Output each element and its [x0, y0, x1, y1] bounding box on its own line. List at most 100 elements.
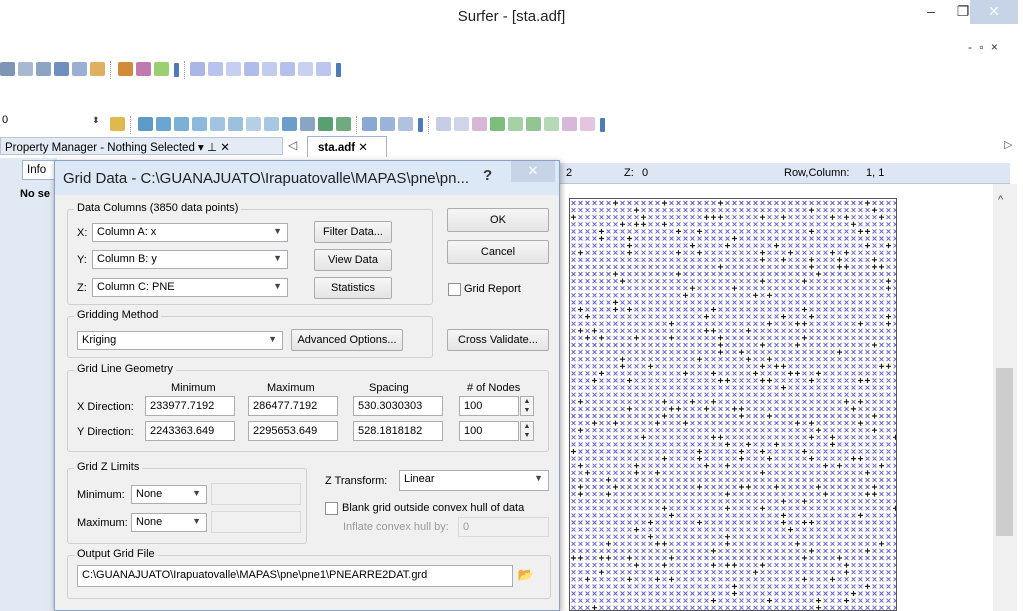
y-nodes-stepper[interactable]: ▲ ▼	[520, 421, 534, 441]
z-column-select[interactable]: Column C: PNE ▼	[92, 278, 288, 297]
rounded-rectangle-icon[interactable]	[280, 62, 295, 76]
zoom-fit-icon[interactable]	[54, 62, 69, 76]
x-nodes-stepper[interactable]: ▲ ▼	[520, 396, 534, 416]
new-base-map-icon[interactable]	[156, 117, 171, 131]
x-min-field[interactable]: 233977.7192	[145, 396, 235, 416]
pan-hand-icon[interactable]	[90, 62, 105, 76]
x-nodes-field[interactable]: 100	[459, 396, 519, 416]
z-minimum-select[interactable]: None ▼	[131, 485, 207, 504]
tab-sta-adf[interactable]: sta.adf ✕	[307, 136, 387, 157]
zoom-rect-icon[interactable]	[36, 62, 51, 76]
scissors-icon[interactable]	[472, 117, 487, 131]
symbol-icon[interactable]	[244, 62, 259, 76]
overlay-maps-icon[interactable]	[398, 117, 413, 131]
delete-points-icon[interactable]	[562, 117, 577, 131]
y-min-field[interactable]: 2243363.649	[145, 421, 235, 441]
grid-report-checkbox[interactable]	[448, 283, 461, 296]
new-vector-map-icon[interactable]	[228, 117, 243, 131]
tab-scroll-left-icon[interactable]: ◁	[288, 138, 297, 152]
clear-icon[interactable]	[580, 117, 595, 131]
status-coordinate-fragment: 2	[566, 167, 573, 179]
scroll-up-icon[interactable]: ^	[998, 194, 1003, 206]
new-wireframe-icon[interactable]	[264, 117, 279, 131]
toolbar-grip-icon[interactable]	[336, 63, 341, 77]
new-contour-map-icon[interactable]	[138, 117, 153, 131]
y-column-select[interactable]: Column B: y ▼	[92, 250, 288, 269]
grid-math-icon[interactable]	[526, 117, 541, 131]
help-button[interactable]: ?	[483, 167, 492, 184]
blank-hull-checkbox[interactable]	[325, 502, 338, 515]
chevron-down-icon: ▼	[273, 281, 282, 291]
home-icon[interactable]	[110, 117, 125, 131]
line-tool-icon[interactable]	[436, 117, 451, 131]
status-rowcol-label: Row,Column:	[784, 167, 850, 179]
ellipse-icon[interactable]	[298, 62, 313, 76]
y-nodes-field[interactable]: 100	[459, 421, 519, 441]
z-transform-select[interactable]: Linear ▼	[399, 470, 549, 491]
y-column-value: Column B: y	[97, 253, 157, 265]
digitize-icon[interactable]	[118, 62, 133, 76]
mdi-window-controls[interactable]: - ▫ ×	[968, 40, 1000, 54]
new-post-map-icon[interactable]	[174, 117, 189, 131]
no-selection-text: No se	[20, 188, 50, 200]
gridding-method-select[interactable]: Kriging ▼	[77, 331, 283, 350]
dialog-close-button[interactable]: ✕	[511, 161, 555, 182]
zoom-page-icon[interactable]	[72, 62, 87, 76]
new-surface-icon[interactable]	[246, 117, 261, 131]
grid-node-pattern[interactable]	[569, 198, 897, 611]
x-column-select[interactable]: Column A: x ▼	[92, 223, 288, 242]
tab-scroll-right-icon[interactable]: ▷	[1004, 138, 1012, 151]
grid-node-editor-icon[interactable]	[490, 117, 505, 131]
zoom-in-icon[interactable]	[18, 62, 33, 76]
advanced-options-button[interactable]: Advanced Options...	[291, 329, 403, 351]
grid-filter-icon[interactable]	[508, 117, 523, 131]
cancel-button[interactable]: Cancel	[447, 240, 549, 264]
reshape-icon[interactable]	[136, 62, 151, 76]
new-grid-icon[interactable]	[282, 117, 297, 131]
add-axis-icon[interactable]	[362, 117, 377, 131]
gridding-method-label: Gridding Method	[74, 309, 162, 321]
close-button[interactable]: ✕	[970, 0, 1018, 24]
new-3d-surface-icon[interactable]	[318, 117, 333, 131]
spline-icon[interactable]	[316, 62, 331, 76]
property-manager-header[interactable]: Property Manager - Nothing Selected ▾ ⊥ …	[0, 137, 283, 155]
text-icon[interactable]	[190, 62, 205, 76]
toolbar-grip-icon[interactable]	[418, 118, 423, 132]
x-max-field[interactable]: 286477.7192	[248, 396, 338, 416]
property-manager-panel	[0, 158, 57, 611]
view-data-button[interactable]: View Data	[314, 249, 392, 271]
rectangle-icon[interactable]	[262, 62, 277, 76]
polyline-icon[interactable]	[226, 62, 241, 76]
toolbar-grip-icon[interactable]	[174, 63, 179, 77]
output-file-field[interactable]: C:\GUANAJUATO\Irapuatovalle\MAPAS\pne\pn…	[77, 565, 513, 587]
statistics-button[interactable]: Statistics	[314, 277, 392, 299]
grid-blank-icon[interactable]	[544, 117, 559, 131]
new-viewshed-icon[interactable]	[300, 117, 315, 131]
z-minimum-label: Minimum:	[77, 489, 125, 501]
filter-data-button[interactable]: Filter Data...	[314, 221, 392, 243]
scrollbar-thumb[interactable]	[996, 368, 1013, 536]
z-maximum-select[interactable]: None ▼	[131, 513, 207, 532]
new-image-map-icon[interactable]	[192, 117, 207, 131]
chevron-down-icon: ▼	[268, 334, 277, 344]
blank-hull-label: Blank grid outside convex hull of data	[342, 502, 525, 514]
new-shaded-relief-icon[interactable]	[210, 117, 225, 131]
cross-validate-button[interactable]: Cross Validate...	[447, 329, 549, 351]
new-watershed-icon[interactable]	[336, 117, 351, 131]
add-layer-icon[interactable]	[380, 117, 395, 131]
y-direction-label: Y Direction:	[77, 426, 134, 438]
select-tool-icon[interactable]	[154, 62, 169, 76]
status-z-label: Z:	[624, 167, 634, 179]
y-spacing-field[interactable]: 528.1818182	[353, 421, 443, 441]
polyline-tool-icon[interactable]	[454, 117, 469, 131]
tab-info[interactable]: Info	[22, 160, 56, 180]
polygon-icon[interactable]	[208, 62, 223, 76]
ok-button[interactable]: OK	[447, 208, 549, 232]
y-max-field[interactable]: 2295653.649	[248, 421, 338, 441]
folder-open-icon[interactable]: 📂	[513, 565, 539, 585]
zoom-out-icon[interactable]	[0, 62, 15, 76]
x-column-value: Column A: x	[97, 226, 157, 238]
x-spacing-field[interactable]: 530.3030303	[353, 396, 443, 416]
toolbar-grip-icon[interactable]	[600, 118, 605, 132]
data-columns-label: Data Columns (3850 data points)	[74, 202, 242, 214]
